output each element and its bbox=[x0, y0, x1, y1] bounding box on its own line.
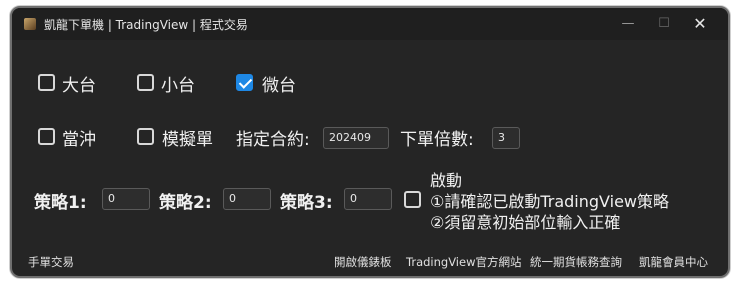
strategy-2-input[interactable]: 0 bbox=[223, 188, 271, 210]
minimize-icon[interactable]: — bbox=[614, 14, 642, 34]
multiplier-label: 下單倍數: bbox=[400, 130, 474, 150]
micro-contract-label: 微台 bbox=[262, 76, 296, 96]
checkbox-micro-contract[interactable] bbox=[236, 74, 253, 91]
maximize-icon[interactable]: ☐ bbox=[650, 14, 678, 34]
window-title: 凱龍下單機 | TradingView | 程式交易 bbox=[44, 18, 248, 32]
app-logo-icon bbox=[24, 18, 36, 30]
link-member-center[interactable]: 凱龍會員中心 bbox=[639, 254, 708, 270]
start-note-2: ②須留意初始部位輸入正確 bbox=[430, 213, 621, 232]
strategy-2-label: 策略2: bbox=[159, 193, 212, 213]
contract-month-label: 指定合約: bbox=[236, 130, 310, 150]
contract-month-input[interactable]: 202409 bbox=[323, 127, 389, 149]
strategy-3-input[interactable]: 0 bbox=[344, 188, 392, 210]
checkbox-daytrade[interactable] bbox=[38, 128, 55, 145]
strategy-1-label: 策略1: bbox=[34, 193, 87, 213]
checkbox-start[interactable] bbox=[404, 191, 421, 208]
strategy-1-input[interactable]: 0 bbox=[102, 188, 150, 210]
checkbox-simulate[interactable] bbox=[137, 128, 154, 145]
title-bar: 凱龍下單機 | TradingView | 程式交易 — ☐ ✕ bbox=[12, 8, 728, 40]
strategy-3-label: 策略3: bbox=[280, 193, 333, 213]
multiplier-input[interactable]: 3 bbox=[492, 127, 520, 149]
simulate-label: 模擬單 bbox=[162, 130, 213, 150]
app-window: 凱龍下單機 | TradingView | 程式交易 — ☐ ✕ 大台 小台 微… bbox=[10, 6, 730, 278]
checkbox-big-contract[interactable] bbox=[38, 74, 55, 91]
options-row: 當沖 模擬單 指定合約: 202409 下單倍數: 3 bbox=[12, 123, 728, 153]
daytrade-label: 當沖 bbox=[62, 130, 96, 150]
link-manual-trading[interactable]: 手單交易 bbox=[28, 254, 74, 270]
checkbox-small-contract[interactable] bbox=[137, 74, 154, 91]
contract-type-row: 大台 小台 微台 bbox=[12, 70, 728, 100]
close-icon[interactable]: ✕ bbox=[686, 14, 714, 34]
link-open-dashboard[interactable]: 開啟儀錶板 bbox=[334, 254, 392, 270]
small-contract-label: 小台 bbox=[161, 76, 195, 96]
link-account-inquiry[interactable]: 統一期貨帳務查詢 bbox=[530, 254, 622, 270]
link-tradingview-site[interactable]: TradingView官方網站 bbox=[406, 254, 521, 270]
big-contract-label: 大台 bbox=[62, 76, 96, 96]
